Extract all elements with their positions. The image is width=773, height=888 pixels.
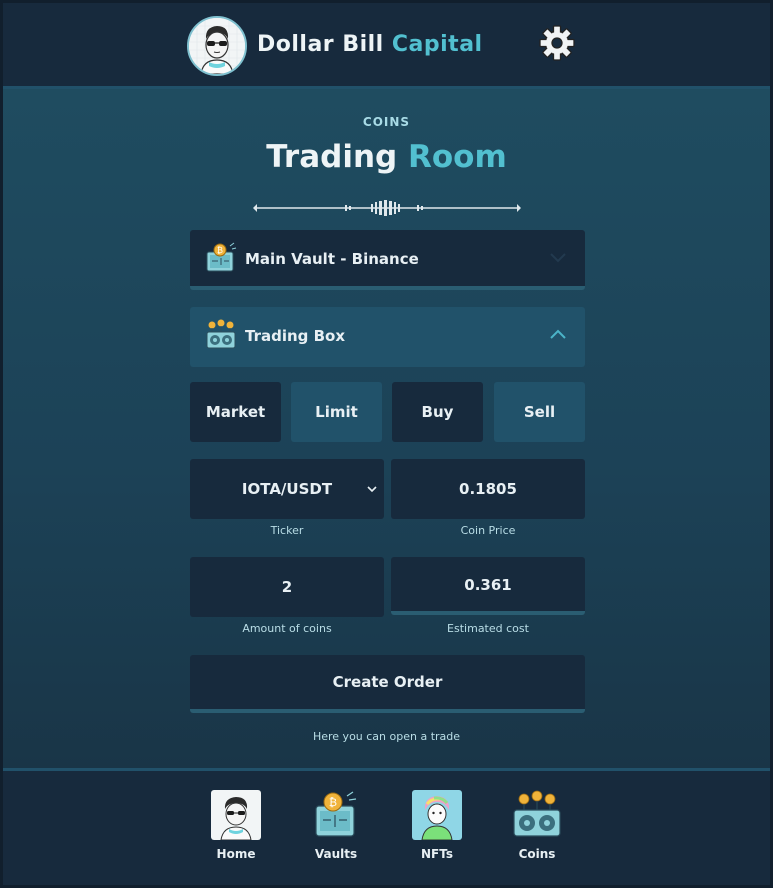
ticker-value: IOTA/USDT [241, 480, 333, 498]
estimated-cost-caption: Estimated cost [447, 622, 529, 635]
avatar-icon [211, 790, 261, 840]
settings-button[interactable] [539, 25, 575, 61]
ticker-caption: Ticker [270, 524, 304, 537]
svg-text:₿: ₿ [217, 246, 223, 255]
gear-icon [539, 25, 575, 61]
buy-tab[interactable]: Buy [392, 382, 483, 442]
trading-box-label: Trading Box [245, 327, 346, 345]
nav-home[interactable]: Home [201, 790, 271, 864]
amount-input[interactable] [190, 578, 384, 596]
nav-vaults-label: Vaults [314, 847, 358, 861]
nav-coins-label: Coins [518, 847, 556, 861]
page-title: Trading Room [3, 139, 770, 175]
chevron-down-icon [367, 486, 377, 493]
ornament-divider [253, 200, 521, 216]
create-order-button[interactable]: Create Order [190, 655, 585, 713]
vault-icon: ₿ [206, 242, 237, 272]
coin-price-caption: Coin Price [460, 524, 516, 537]
brand-main: Dollar Bill [257, 32, 384, 57]
sell-tab[interactable]: Sell [494, 382, 585, 442]
estimated-cost-field: 0.361 [391, 557, 585, 615]
nft-icon [412, 790, 462, 840]
main-panel: COINS Trading Room ₿ Main Vault - Binanc… [3, 89, 770, 768]
mining-rig-icon [513, 790, 561, 837]
mining-rig-icon [206, 319, 236, 349]
vault-icon: ₿ [315, 791, 357, 837]
nav-coins[interactable]: Coins [502, 790, 572, 864]
limit-tab[interactable]: Limit [291, 382, 382, 442]
nav-vaults[interactable]: ₿ Vaults [301, 790, 371, 864]
nav-nfts-label: NFTs [421, 847, 453, 861]
footer-divider [3, 768, 770, 771]
title-accent: Room [408, 139, 507, 175]
app-frame: Dollar Bill Capital COINS Trading Room ₿… [3, 3, 770, 885]
trading-box-toggle[interactable]: Trading Box [190, 307, 585, 367]
nav-home-label: Home [216, 847, 256, 861]
estimated-cost-value: 0.361 [464, 576, 512, 594]
chevron-down-icon [550, 253, 566, 263]
profile-avatar[interactable] [187, 16, 247, 76]
helper-text: Here you can open a trade [312, 730, 461, 743]
app-header: Dollar Bill Capital [3, 3, 770, 89]
amount-caption: Amount of coins [242, 622, 332, 635]
brand-accent: Capital [391, 32, 483, 57]
chevron-up-icon [550, 329, 566, 339]
ticker-select[interactable]: IOTA/USDT [190, 459, 384, 519]
vault-selector[interactable]: ₿ Main Vault - Binance [190, 230, 585, 290]
avatar-icon [189, 18, 245, 74]
svg-text:₿: ₿ [329, 796, 337, 809]
vault-selector-label: Main Vault - Binance [245, 250, 419, 268]
brand-title: Dollar Bill Capital [257, 32, 483, 57]
coin-price-field[interactable] [391, 459, 585, 519]
nav-nfts[interactable]: NFTs [402, 790, 472, 864]
section-kicker: COINS [362, 115, 411, 129]
amount-field[interactable] [190, 557, 384, 617]
title-main: Trading [266, 139, 398, 175]
bottom-nav: Home ₿ Vaults NFTs Coins [3, 768, 770, 885]
coin-price-input[interactable] [391, 480, 585, 498]
market-tab[interactable]: Market [190, 382, 281, 442]
